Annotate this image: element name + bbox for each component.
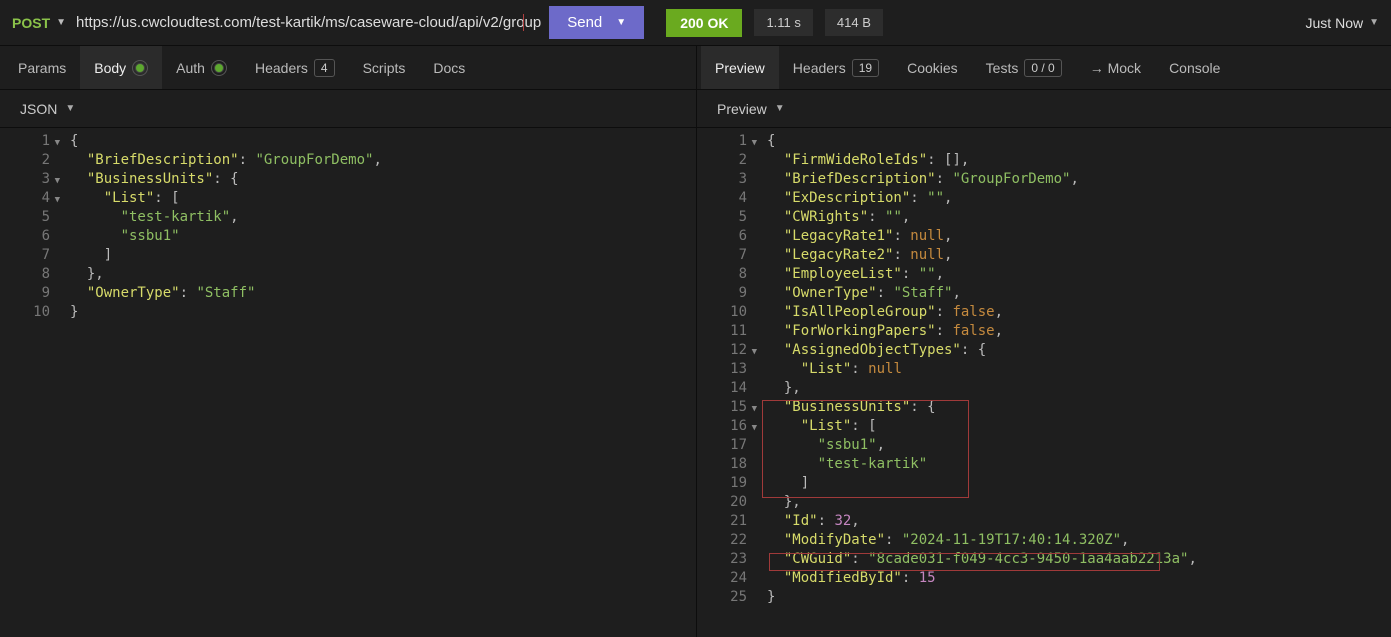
tab-auth[interactable]: Auth [162,46,241,89]
send-button[interactable]: Send ▼ [549,6,644,39]
response-body-viewer[interactable]: 1▼{2 "FirmWideRoleIds": [],3 "BriefDescr… [697,128,1391,637]
http-method[interactable]: POST [12,15,50,31]
tab-tests[interactable]: Tests 0 / 0 [972,46,1076,89]
chevron-down-icon: ▼ [775,103,785,114]
url-input[interactable]: https://us.cwcloudtest.com/test-kartik/m… [76,14,541,31]
status-badge: 200 OK [666,9,742,37]
method-dropdown-icon[interactable]: ▼ [56,17,66,28]
body-type-selector[interactable]: JSON ▼ [0,90,696,128]
tests-count-badge: 0 / 0 [1024,59,1061,77]
preview-type-selector[interactable]: Preview ▼ [697,90,1391,128]
timestamp-dropdown[interactable]: Just Now ▼ [1306,15,1379,31]
chevron-down-icon: ▼ [1369,17,1379,28]
response-tabs: Preview Headers 19 Cookies Tests 0 / 0 →… [697,46,1391,90]
tab-preview[interactable]: Preview [701,46,779,89]
response-time: 1.11 s [754,9,812,36]
tab-mock[interactable]: → Mock [1076,46,1155,89]
tab-cookies[interactable]: Cookies [893,46,972,89]
response-headers-count-badge: 19 [852,59,879,77]
response-size: 414 B [825,9,883,36]
tab-docs[interactable]: Docs [419,46,479,89]
request-body-editor[interactable]: 1▼{2 "BriefDescription": "GroupForDemo",… [0,128,696,637]
request-bar: POST ▼ https://us.cwcloudtest.com/test-k… [0,0,1391,46]
request-pane: Params Body Auth Headers 4 Scripts Docs … [0,46,697,637]
request-tabs: Params Body Auth Headers 4 Scripts Docs [0,46,696,90]
chevron-down-icon: ▼ [65,103,75,114]
auth-indicator-icon [214,63,224,73]
headers-count-badge: 4 [314,59,335,77]
response-pane: Preview Headers 19 Cookies Tests 0 / 0 →… [697,46,1391,637]
tab-params[interactable]: Params [4,46,80,89]
tab-body[interactable]: Body [80,46,162,89]
body-indicator-icon [135,63,145,73]
tab-response-headers[interactable]: Headers 19 [779,46,893,89]
tab-console[interactable]: Console [1155,46,1234,89]
tab-scripts[interactable]: Scripts [349,46,420,89]
send-dropdown-icon[interactable]: ▼ [616,17,626,28]
tab-headers[interactable]: Headers 4 [241,46,349,89]
